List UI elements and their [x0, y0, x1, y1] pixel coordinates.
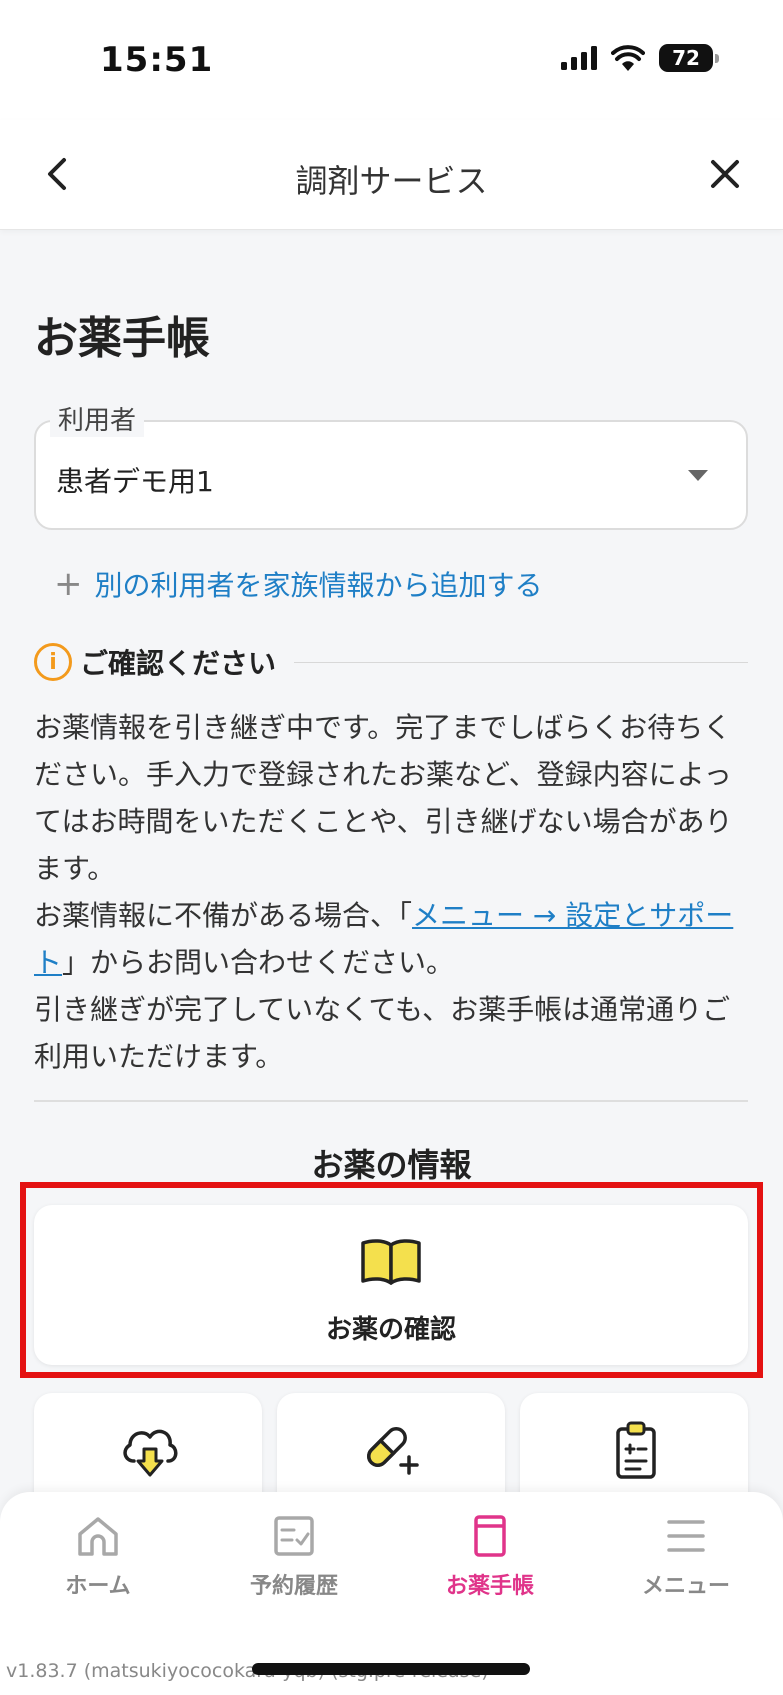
- notice-text: 」からお問い合わせください。: [62, 946, 455, 979]
- medicine-download-card[interactable]: [34, 1393, 262, 1495]
- notice-paragraph: お薬情報を引き継ぎ中です。完了までしばらくお待ちください。手入力で登録されたお薬…: [34, 711, 733, 885]
- notice-divider: [294, 661, 748, 663]
- medicine-add-card[interactable]: [277, 1393, 505, 1495]
- notebook-icon: [474, 1515, 506, 1557]
- tab-home-label: ホーム: [65, 1574, 131, 1599]
- battery-icon: 72: [659, 44, 719, 72]
- checklist-icon: [274, 1516, 314, 1556]
- plus-icon: +: [54, 564, 83, 604]
- pill-add-icon: [367, 1427, 420, 1476]
- tab-home[interactable]: ホーム: [0, 1514, 196, 1600]
- add-family-user-link[interactable]: + 別の利用者を家族情報から追加する: [54, 564, 543, 604]
- close-button[interactable]: [703, 152, 747, 196]
- tab-reservation-history-label: 予約履歴: [249, 1574, 338, 1599]
- status-time: 15:51: [100, 40, 214, 80]
- user-select-label: 利用者: [50, 400, 145, 437]
- hamburger-menu-icon: [667, 1520, 705, 1552]
- tab-menu-label: メニュー: [641, 1574, 730, 1599]
- tab-reservation-history[interactable]: 予約履歴: [196, 1514, 392, 1600]
- caret-down-icon: [688, 470, 708, 481]
- tab-menu[interactable]: メニュー: [588, 1514, 783, 1600]
- notice-text: お薬情報に不備がある場合、「: [34, 899, 413, 932]
- close-icon: [711, 160, 739, 188]
- notice-body: お薬情報を引き継ぎ中です。完了までしばらくお待ちください。手入力で登録されたお薬…: [34, 704, 748, 1080]
- highlight-frame: [20, 1182, 763, 1378]
- notice-header: i ご確認ください: [34, 642, 748, 682]
- notice-paragraph: 引き継ぎが完了していなくても、お薬手帳は通常通りご利用いただけます。: [34, 993, 731, 1073]
- status-bar: 15:51 72: [0, 0, 783, 120]
- user-select-value: 患者デモ用1: [56, 465, 214, 498]
- home-icon: [78, 1517, 118, 1556]
- page-title: お薬手帳: [34, 313, 210, 364]
- info-icon: i: [34, 643, 72, 681]
- signal-icon: [561, 46, 597, 70]
- add-family-user-label: 別の利用者を家族情報から追加する: [94, 569, 543, 602]
- notice-title: ご確認ください: [80, 647, 277, 680]
- medicine-record-card[interactable]: [520, 1393, 748, 1495]
- section-divider: [34, 1100, 748, 1102]
- wifi-icon: [611, 45, 645, 71]
- user-select[interactable]: 利用者 患者デモ用1: [34, 400, 748, 530]
- nav-title: 調剤サービス: [295, 162, 488, 200]
- tab-medicine-notebook-label: お薬手帳: [445, 1574, 534, 1599]
- main-content[interactable]: お薬手帳 利用者 患者デモ用1 + 別の利用者を家族情報から追加する i ご確認…: [0, 230, 783, 1495]
- home-indicator: [252, 1663, 530, 1675]
- clipboard-icon: [616, 1421, 656, 1479]
- cloud-download-icon: [123, 1429, 178, 1477]
- status-icons: 72: [561, 44, 719, 72]
- tab-medicine-notebook[interactable]: お薬手帳: [392, 1514, 588, 1600]
- medicine-section-title: お薬の情報: [311, 1146, 472, 1184]
- nav-bar: 調剤サービス: [0, 120, 783, 230]
- notice-paragraph: お薬情報に不備がある場合、「メニュー → 設定とサポート」からお問い合わせくださ…: [34, 892, 748, 986]
